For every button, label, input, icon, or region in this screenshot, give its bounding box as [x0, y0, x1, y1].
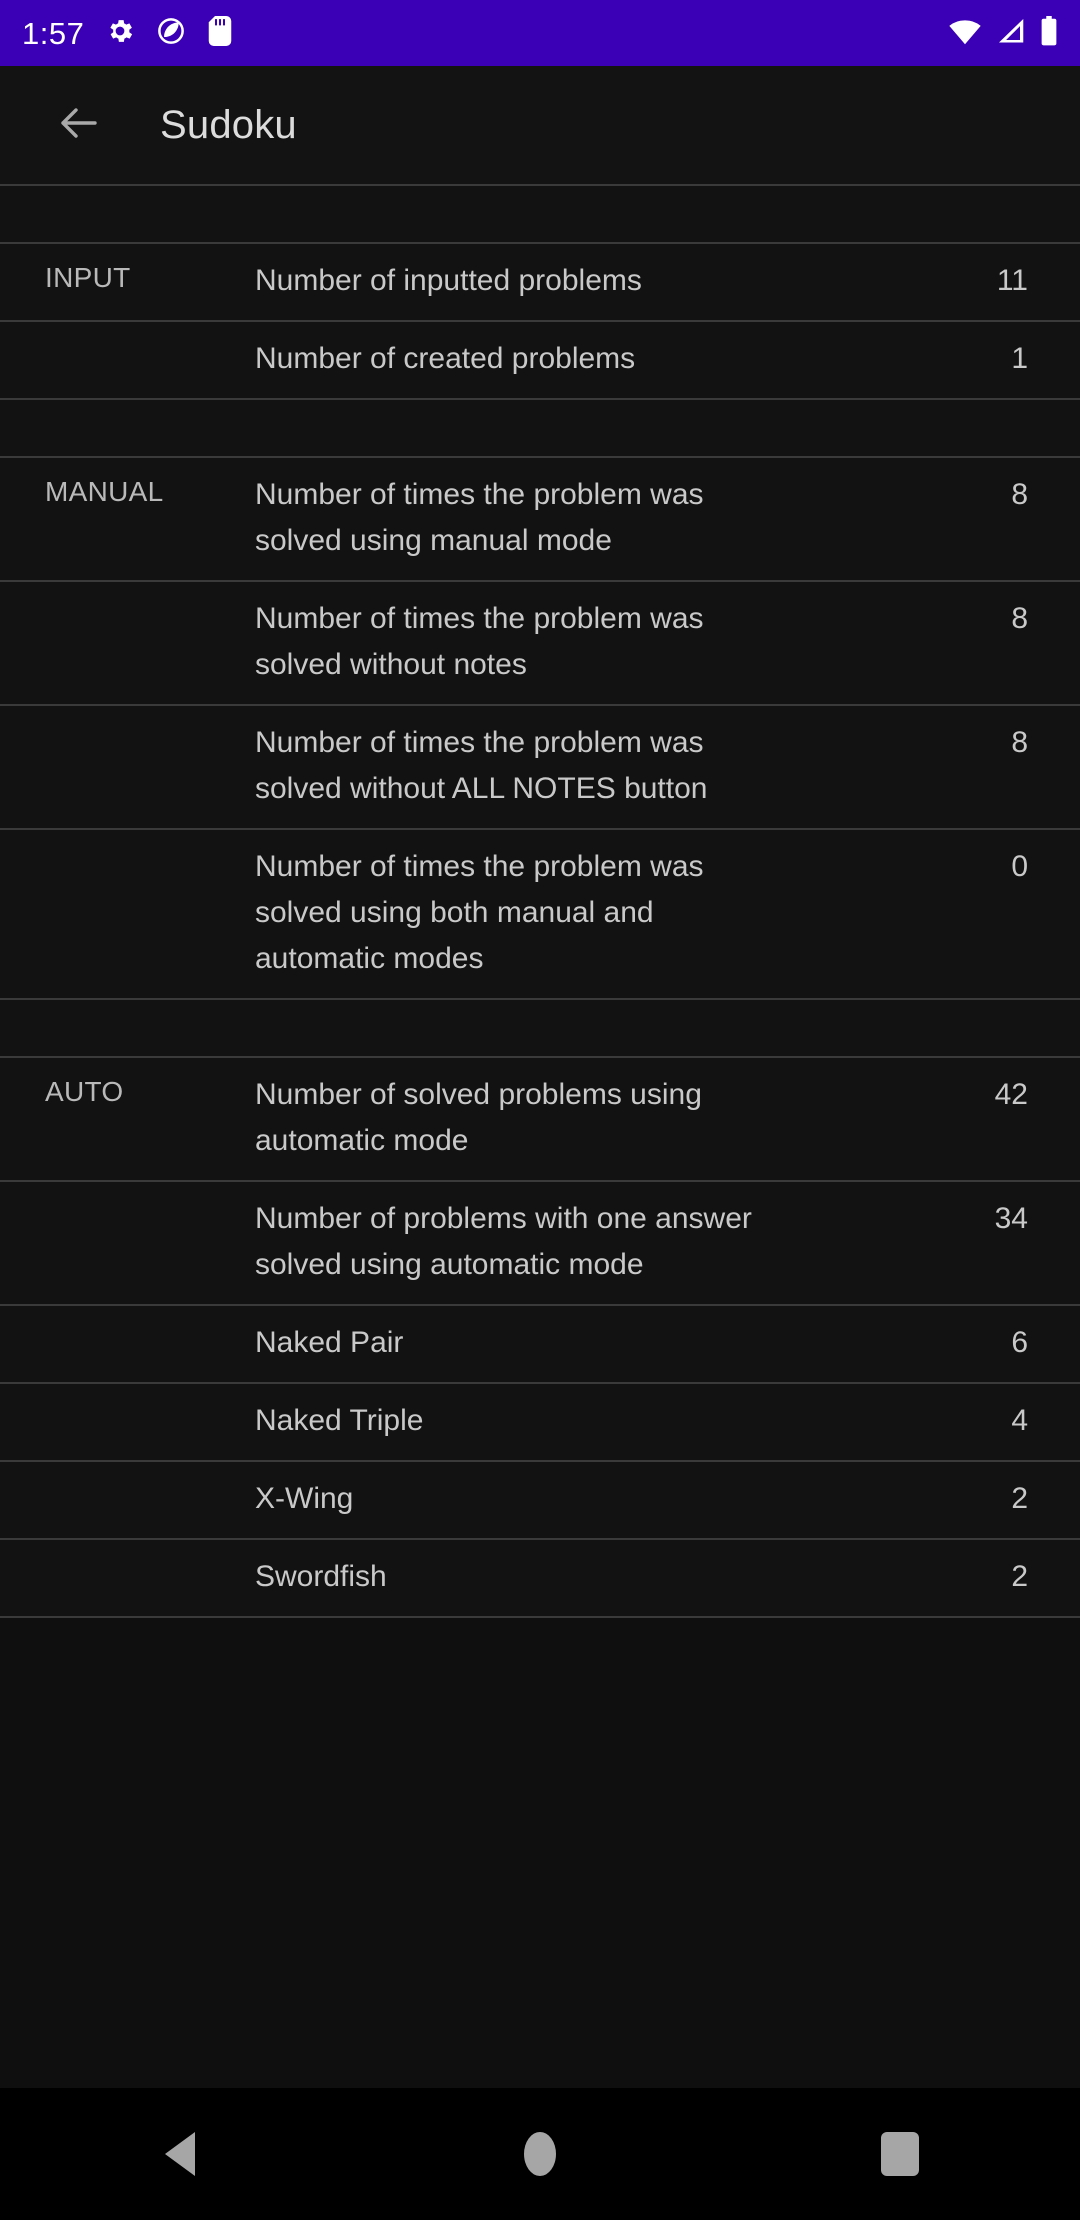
table-row[interactable]: Naked Triple 4 — [0, 1384, 1080, 1460]
table-row[interactable]: Number of times the problem was solved w… — [0, 706, 1080, 828]
section-spacer — [0, 400, 1080, 456]
row-label: Number of times the problem was solved w… — [255, 726, 708, 805]
cellular-signal-icon — [996, 17, 1026, 50]
table-row[interactable]: Number of times the problem was solved w… — [0, 582, 1080, 704]
section-spacer — [0, 186, 1080, 242]
row-label: Number of solved problems using automati… — [255, 1078, 702, 1157]
status-bar: 1:57 — [0, 0, 1080, 66]
back-triangle-icon — [165, 2132, 195, 2176]
row-value: 34 — [994, 1202, 1028, 1235]
nav-recents-button[interactable] — [840, 2088, 960, 2220]
table-row[interactable]: Number of created problems 1 — [0, 322, 1080, 398]
row-value: 8 — [1011, 726, 1028, 759]
row-label: Number of times the problem was solved u… — [255, 850, 704, 975]
row-value: 42 — [994, 1078, 1028, 1111]
table-row[interactable]: AUTO Number of solved problems using auto… — [0, 1058, 1080, 1180]
recents-square-icon — [881, 2132, 919, 2176]
wifi-icon — [948, 17, 982, 50]
row-label: Number of problems with one answer solve… — [255, 1202, 752, 1281]
row-label: X-Wing — [255, 1482, 354, 1515]
row-category: MANUAL — [45, 476, 164, 507]
row-value: 2 — [1011, 1560, 1028, 1593]
statistics-list[interactable]: INPUT Number of inputted problems 11 Number… — [0, 184, 1080, 1618]
row-value: 8 — [1011, 602, 1028, 635]
settings-gear-icon — [105, 16, 135, 51]
app-bar: Sudoku — [0, 66, 1080, 184]
row-label: Naked Triple — [255, 1404, 424, 1437]
nav-back-button[interactable] — [120, 2088, 240, 2220]
phone-screen: 1:57 Sudoku INPUT Number of inputted pro… — [0, 0, 1080, 2220]
battery-icon — [1040, 15, 1058, 51]
row-value: 1 — [1011, 342, 1028, 375]
row-label: Number of inputted problems — [255, 264, 642, 297]
row-category: AUTO — [45, 1076, 124, 1107]
row-value: 2 — [1011, 1482, 1028, 1515]
table-row[interactable]: X-Wing 2 — [0, 1462, 1080, 1538]
table-row[interactable]: MANUAL Number of times the problem was so… — [0, 458, 1080, 580]
nav-home-button[interactable] — [480, 2088, 600, 2220]
row-label: Number of times the problem was solved u… — [255, 478, 704, 557]
back-arrow-icon — [55, 99, 103, 152]
row-label: Number of times the problem was solved w… — [255, 602, 704, 681]
home-circle-icon — [524, 2132, 556, 2176]
back-button[interactable] — [48, 94, 110, 156]
row-category: INPUT — [45, 262, 131, 293]
table-row[interactable]: Number of times the problem was solved u… — [0, 830, 1080, 998]
section-spacer — [0, 1000, 1080, 1056]
table-row[interactable]: INPUT Number of inputted problems 11 — [0, 244, 1080, 320]
row-value: 8 — [1011, 478, 1028, 511]
row-value: 0 — [1011, 850, 1028, 883]
page-title: Sudoku — [160, 102, 297, 147]
table-row[interactable]: Number of problems with one answer solve… — [0, 1182, 1080, 1304]
row-label: Naked Pair — [255, 1326, 404, 1359]
status-bar-right — [948, 15, 1058, 51]
status-bar-left: 1:57 — [22, 15, 233, 51]
table-row[interactable]: Naked Pair 6 — [0, 1306, 1080, 1382]
row-value: 6 — [1011, 1326, 1028, 1359]
row-value: 11 — [996, 264, 1028, 297]
row-divider — [0, 1616, 1080, 1618]
row-value: 4 — [1011, 1404, 1028, 1437]
table-row[interactable]: Swordfish 2 — [0, 1540, 1080, 1616]
sd-card-icon — [207, 15, 233, 51]
row-label: Swordfish — [255, 1560, 387, 1593]
do-not-disturb-icon — [156, 16, 186, 51]
row-label: Number of created problems — [255, 342, 636, 375]
status-bar-clock: 1:57 — [22, 15, 85, 51]
system-navigation-bar — [0, 2088, 1080, 2220]
